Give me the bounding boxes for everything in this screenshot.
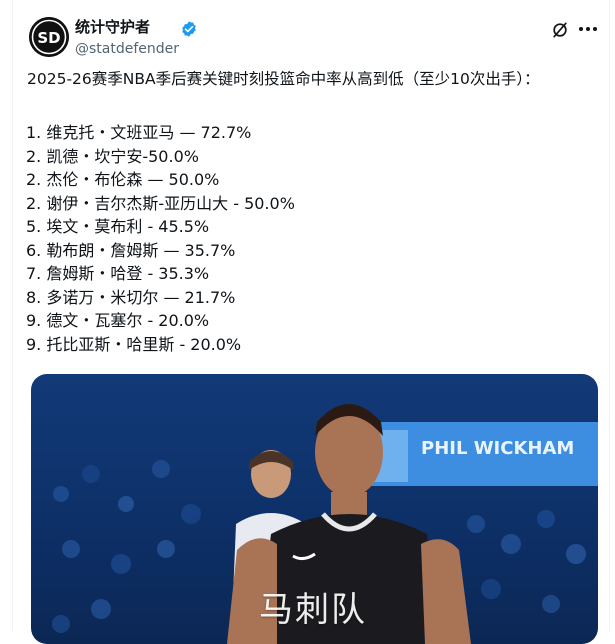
photo-caption: 马刺队 bbox=[259, 590, 367, 630]
author-display-name[interactable]: 统计守护者 bbox=[75, 17, 150, 37]
list-item: 2. 谢伊・吉尔杰斯-亚历山大 - 50.0% bbox=[26, 193, 295, 213]
list-item: 7. 詹姆斯・哈登 - 35.3% bbox=[26, 264, 210, 283]
ranking-list: 1. 维克托・文班亚马 — 72.7% 2. 凯德・坎宁安-50.0% 2. 杰… bbox=[26, 121, 596, 356]
tweet-card[interactable]: SD 统计守护者 @statdefender 2025-26赛季NBA季后赛关键… bbox=[12, 0, 610, 644]
svg-text:SD: SD bbox=[37, 29, 60, 47]
avatar-logo-icon: SD bbox=[29, 17, 69, 57]
tweet-headline: 2025-26赛季NBA季后赛关键时刻投篮命中率从高到低（至少10次出手）： bbox=[27, 70, 540, 88]
tweet-photo[interactable]: PHIL WICKHAM 马刺队 bbox=[31, 374, 598, 644]
list-item: 5. 埃文・莫布利 - 45.5% bbox=[26, 217, 210, 236]
list-item: 9. 德文・瓦塞尔 - 20.0% bbox=[26, 311, 210, 330]
author-handle[interactable]: @statdefender bbox=[75, 40, 179, 58]
banner-text: PHIL WICKHAM bbox=[421, 438, 574, 459]
list-item: 1. 维克托・文班亚马 — 72.7% bbox=[26, 123, 252, 142]
list-item: 8. 多诺万・米切尔 — 21.7% bbox=[26, 287, 236, 307]
verified-badge-icon bbox=[182, 21, 196, 37]
list-item: 6. 勒布朗・詹姆斯 — 35.7% bbox=[26, 240, 236, 260]
more-icon[interactable] bbox=[576, 18, 600, 40]
grok-icon[interactable] bbox=[550, 20, 570, 40]
avatar[interactable]: SD bbox=[29, 17, 69, 57]
list-item: 9. 托比亚斯・哈里斯 - 20.0% bbox=[26, 334, 242, 354]
list-item: 2. 杰伦・布伦森 — 50.0% bbox=[26, 170, 220, 189]
list-item: 2. 凯德・坎宁安-50.0% bbox=[26, 146, 199, 166]
